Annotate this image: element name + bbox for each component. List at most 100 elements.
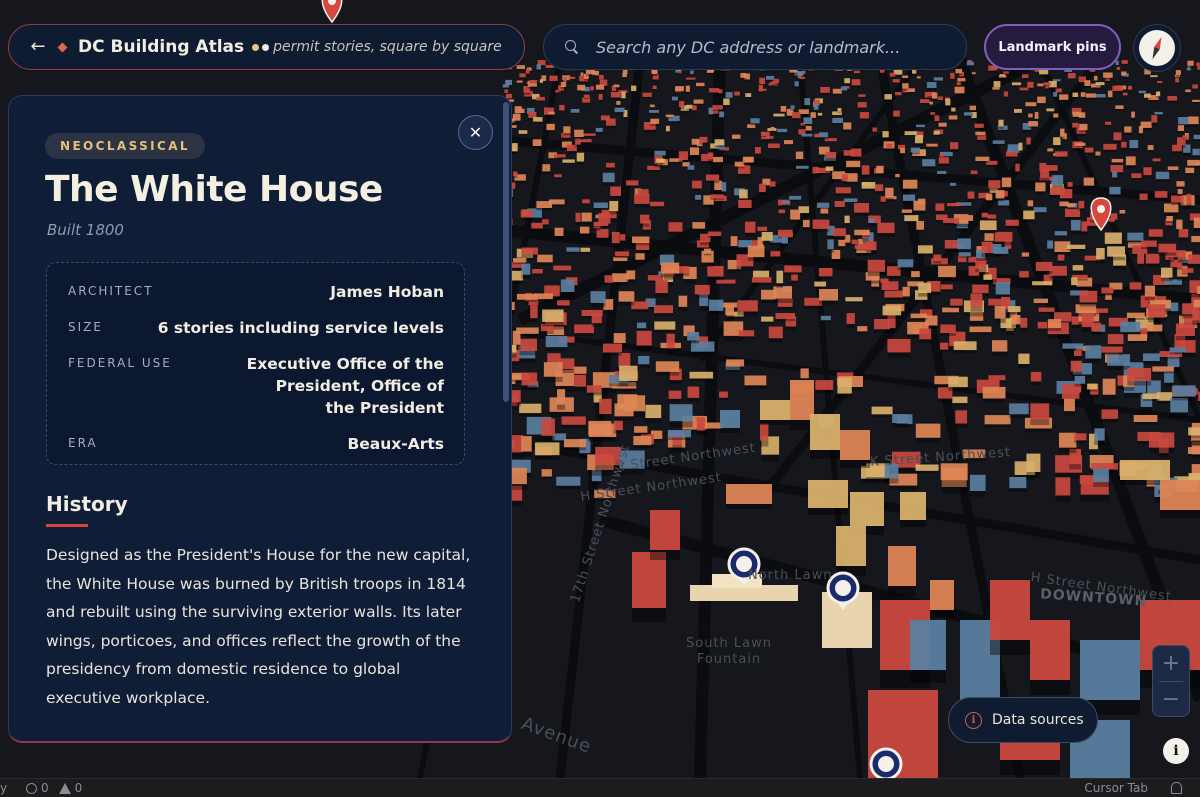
map-building	[1026, 137, 1031, 145]
map-building-shadow	[957, 262, 967, 265]
map-building-shadow	[902, 188, 918, 192]
map-building-shadow	[824, 141, 837, 143]
map-building-shadow	[972, 74, 976, 75]
building-title: The White House	[45, 169, 383, 210]
map-building	[944, 240, 959, 249]
map-building-shadow	[708, 310, 724, 315]
map-building-shadow	[1167, 100, 1177, 103]
map-building-shadow	[838, 246, 846, 249]
map-building	[696, 417, 705, 431]
landmark-pins-button[interactable]: Landmark pins	[984, 24, 1121, 70]
attribution-info-button[interactable]: i	[1163, 738, 1189, 764]
map-building	[929, 101, 933, 105]
map-building-shadow	[1000, 328, 1016, 332]
map-building	[840, 430, 870, 460]
map-building	[678, 295, 688, 307]
map-building	[516, 65, 525, 70]
map-building-shadow	[947, 206, 962, 208]
map-building-shadow	[1059, 99, 1069, 102]
map-building-shadow	[1067, 186, 1073, 189]
map-building	[534, 442, 560, 456]
zoom-in-button[interactable]: +	[1153, 646, 1189, 681]
map-building-shadow	[986, 164, 998, 167]
compass-button[interactable]	[1133, 24, 1181, 72]
map-building	[669, 404, 693, 422]
map-building	[1141, 240, 1157, 247]
map-building-shadow	[668, 121, 680, 124]
map-building	[542, 164, 551, 172]
map-building	[1154, 111, 1163, 115]
map-building-shadow	[1089, 449, 1098, 455]
map-building	[760, 132, 767, 136]
close-panel-button[interactable]: ✕	[458, 115, 493, 150]
map-building-shadow	[1053, 96, 1058, 99]
map-building	[740, 73, 747, 78]
map-building	[574, 374, 586, 387]
map-building	[705, 174, 720, 181]
map-building	[541, 418, 555, 436]
map-building	[1158, 243, 1177, 253]
map-building	[1175, 70, 1181, 75]
panel-scrollbar[interactable]	[503, 102, 509, 402]
map-building	[519, 108, 525, 113]
bell-icon[interactable]	[1171, 782, 1182, 794]
map-building	[654, 321, 676, 330]
map-building	[704, 248, 712, 254]
map-building	[726, 359, 745, 367]
problems-indicator[interactable]: 0 0	[26, 781, 82, 795]
map-building-shadow	[1026, 144, 1031, 147]
map-building-shadow	[745, 97, 752, 99]
map-building	[1107, 354, 1131, 366]
map-building-shadow	[668, 231, 683, 235]
map-building	[1038, 307, 1055, 312]
map-building-shadow	[882, 137, 889, 140]
map-building-shadow	[854, 212, 869, 216]
map-building-shadow	[554, 157, 566, 159]
map-building	[1124, 126, 1132, 133]
map-building-shadow	[755, 153, 761, 156]
map-building	[634, 426, 648, 433]
map-building-shadow	[992, 351, 1008, 356]
zoom-out-button[interactable]: −	[1153, 682, 1189, 717]
map-building-shadow	[967, 198, 975, 202]
map-building-shadow	[650, 124, 660, 126]
map-building	[851, 239, 858, 245]
map-building-shadow	[1188, 435, 1200, 439]
map-building-shadow	[645, 418, 662, 423]
map-building	[992, 340, 1008, 352]
map-building	[1078, 112, 1086, 118]
search-input[interactable]	[596, 37, 946, 57]
map-building	[770, 81, 776, 85]
map-building-shadow	[690, 74, 694, 76]
map-building-shadow	[1033, 212, 1047, 215]
map-building	[560, 81, 567, 87]
map-building-shadow	[683, 279, 697, 284]
map-building-shadow	[618, 301, 635, 306]
map-building	[995, 282, 1010, 295]
map-building-shadow	[950, 78, 955, 81]
map-building	[1046, 108, 1055, 112]
map-building-shadow	[974, 127, 984, 130]
map-building	[696, 82, 705, 87]
search-bar	[543, 24, 967, 70]
cursor-tab-status[interactable]: Cursor Tab	[1084, 781, 1148, 795]
map-building	[1178, 117, 1189, 125]
map-building	[969, 105, 976, 111]
map-building-shadow	[1172, 151, 1182, 154]
map-building	[887, 338, 911, 353]
map-building	[1137, 253, 1144, 264]
map-building	[602, 343, 622, 353]
data-sources-button[interactable]: i Data sources	[948, 697, 1098, 743]
map-building	[768, 143, 780, 149]
map-building-shadow	[1085, 358, 1102, 364]
map-building-shadow	[902, 78, 909, 79]
back-arrow-icon[interactable]: ←	[27, 36, 49, 58]
map-building-shadow	[1072, 148, 1083, 151]
map-building-shadow	[622, 77, 627, 79]
map-building	[919, 99, 930, 103]
map-building-shadow	[575, 222, 581, 226]
map-building-shadow	[827, 249, 834, 253]
map-building	[1080, 92, 1086, 97]
map-building	[564, 439, 586, 448]
map-building	[1095, 308, 1109, 313]
